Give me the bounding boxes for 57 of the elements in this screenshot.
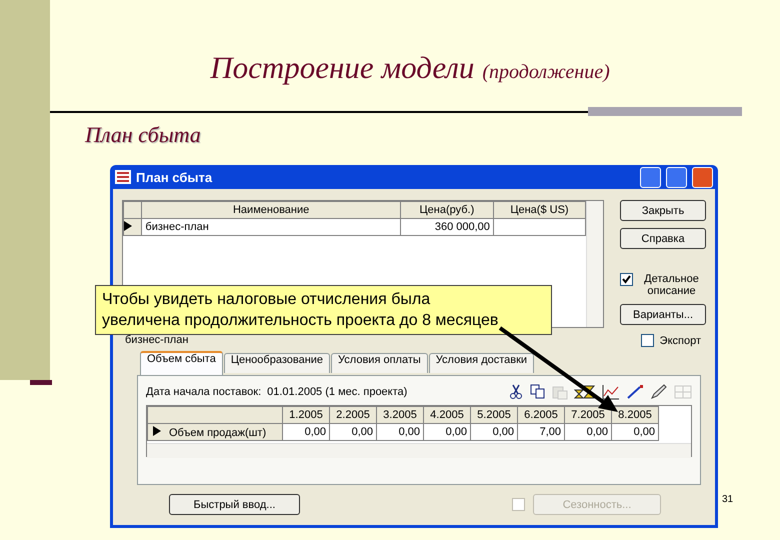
column-header[interactable]: 7.2005: [564, 406, 612, 424]
column-header[interactable]: 4.2005: [424, 406, 470, 424]
field-label: Дата начала поставок:: [146, 386, 262, 398]
column-header[interactable]: Наименование: [142, 202, 400, 218]
maximize-button[interactable]: [666, 166, 687, 188]
chart-wand-icon[interactable]: [626, 384, 644, 400]
callout-line: Чтобы увидеть налоговые отчисления была: [102, 290, 432, 310]
dialog-button[interactable]: Справка: [620, 228, 706, 249]
column-header[interactable]: 1.2005: [282, 406, 330, 424]
table-cell: 360 000,00: [400, 218, 494, 236]
page-number: 31: [722, 494, 734, 505]
column-header[interactable]: Цена(руб.): [400, 202, 494, 218]
table-cell: 0,00: [612, 424, 658, 440]
table-cell: бизнес-план: [142, 218, 400, 236]
close-button[interactable]: [692, 166, 713, 188]
scrollbar[interactable]: [147, 443, 691, 458]
column-header[interactable]: Цена($ US): [493, 202, 586, 218]
pencil-icon[interactable]: [650, 384, 668, 400]
slide-title-note: (продолжение): [482, 61, 610, 84]
scrollbar[interactable]: [586, 201, 603, 327]
table-cell: 0,00: [376, 424, 424, 440]
accent-bar: [30, 380, 52, 385]
checkbox[interactable]: [640, 334, 654, 347]
column-header[interactable]: 6.2005: [518, 406, 564, 424]
callout-line: увеличена продолжительность проекта до 8 месяцев: [102, 311, 500, 331]
checkbox-label: Детальное описание: [643, 273, 700, 297]
table-cell: 0,00: [330, 424, 376, 440]
tab[interactable]: Условия доставки: [428, 353, 534, 373]
column-header[interactable]: 3.2005: [376, 406, 424, 424]
column-header[interactable]: 2.2005: [330, 406, 376, 424]
start-date-value: 01.01.2005 (1 мес. проекта): [267, 386, 408, 398]
table-cell: 0,00: [424, 424, 470, 440]
window-title: План сбыта: [136, 170, 214, 184]
line-chart-icon[interactable]: [602, 384, 620, 400]
copy-icon[interactable]: [530, 384, 546, 400]
app-icon: [115, 170, 131, 184]
hourglass-icon[interactable]: [574, 384, 596, 400]
column-header[interactable]: 5.2005: [470, 406, 518, 424]
dialog-button[interactable]: Варианты...: [620, 304, 706, 325]
slide-title: Построение модели: [210, 50, 474, 86]
quick-entry-button[interactable]: Быстрый ввод...: [169, 494, 300, 515]
minimize-button[interactable]: [640, 166, 661, 188]
tab[interactable]: Условия оплаты: [331, 353, 428, 373]
table-cell: 7,00: [518, 424, 564, 440]
checkbox[interactable]: [620, 273, 633, 286]
row-header: Объем продаж(шт): [148, 424, 282, 440]
tab[interactable]: Объем сбыта: [140, 351, 223, 375]
table-cell: 0,00: [282, 424, 330, 440]
table-cell: 0,00: [564, 424, 612, 440]
slide-subtitle: План сбыта: [85, 122, 201, 148]
checkbox-label: Экспорт: [660, 334, 701, 346]
column-header[interactable]: 8.2005: [612, 406, 658, 424]
tab[interactable]: Ценообразование: [224, 353, 330, 373]
current-item-label: бизнес-план: [125, 334, 188, 347]
scissors-icon[interactable]: [508, 384, 524, 400]
table-cell: 0,00: [470, 424, 518, 440]
dialog-button[interactable]: Закрыть: [620, 200, 706, 221]
